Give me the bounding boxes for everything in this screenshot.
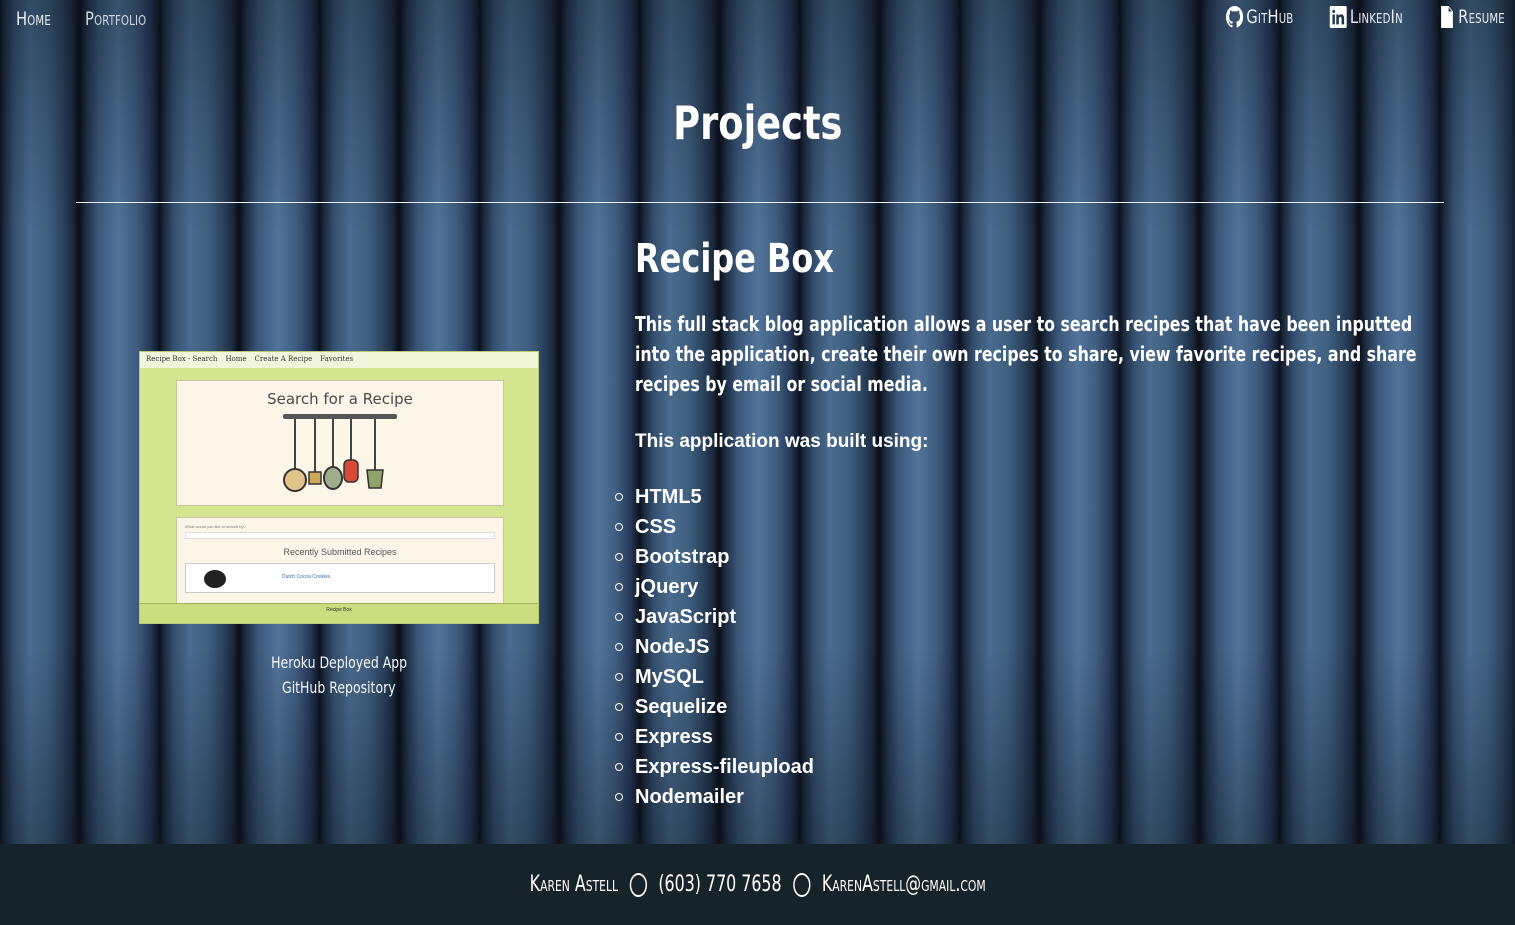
screenshot-recent-item: Dutch Cocoa Cookies — [185, 563, 495, 593]
footer-phone[interactable]: (603) 770 7658 — [658, 872, 781, 897]
bullet-icon — [615, 493, 623, 501]
screenshot-recipe-thumbnail — [204, 570, 226, 588]
screenshot-nav-item: Favorites — [320, 355, 354, 363]
technology-item: CSS — [615, 512, 814, 542]
bullet-icon — [615, 673, 623, 681]
technology-item: Nodemailer — [615, 782, 814, 812]
circle-separator-icon — [792, 872, 811, 897]
bullet-icon — [615, 733, 623, 741]
nav-resume-link[interactable]: Resume — [1438, 6, 1505, 28]
technology-item: JavaScript — [615, 602, 814, 632]
screenshot-nav-item: Create A Recipe — [254, 355, 313, 363]
technology-list: HTML5 CSS Bootstrap jQuery JavaScript No… — [615, 482, 814, 812]
heroku-app-link[interactable]: Heroku Deployed App — [139, 650, 539, 675]
circle-separator-icon — [629, 872, 647, 897]
project-links: Heroku Deployed App GitHub Repository — [139, 650, 539, 700]
linkedin-icon — [1329, 6, 1348, 28]
heroku-app-link-label: Heroku Deployed App — [271, 653, 407, 672]
nav-home-link[interactable]: Home — [16, 8, 51, 30]
project-screenshot[interactable]: Recipe Box - Search Home Create A Recipe… — [139, 351, 539, 624]
screenshot-recipe-link: Dutch Cocoa Cookies — [282, 574, 331, 580]
title-divider — [76, 202, 1444, 203]
kitchen-utensils-illustration — [283, 414, 397, 492]
bullet-icon — [615, 613, 623, 621]
nav-linkedin-link[interactable]: LinkedIn — [1329, 6, 1404, 28]
technology-label: Nodemailer — [635, 786, 744, 808]
github-icon — [1225, 6, 1244, 28]
screenshot-navbar: Recipe Box - Search Home Create A Recipe… — [140, 352, 538, 368]
technology-label: HTML5 — [635, 486, 702, 508]
site-footer: Karen Astell (603) 770 7658 KarenAstell@… — [0, 844, 1515, 925]
bullet-icon — [615, 763, 623, 771]
nav-github-link[interactable]: GitHub — [1225, 6, 1294, 28]
technology-item: HTML5 — [615, 482, 814, 512]
technology-item: jQuery — [615, 572, 814, 602]
technology-label: Express — [635, 726, 713, 748]
technology-item: Express-fileupload — [615, 752, 814, 782]
screenshot-nav-title: Recipe Box - Search — [146, 355, 218, 363]
screenshot-search-input — [185, 532, 495, 539]
top-nav-right: GitHub LinkedIn Resume — [1207, 6, 1505, 28]
page-title: Projects — [0, 96, 1515, 150]
bullet-icon — [615, 583, 623, 591]
technology-label: JavaScript — [635, 606, 737, 628]
screenshot-search-card: Search for a Recipe — [176, 380, 504, 506]
technology-item: Bootstrap — [615, 542, 814, 572]
technology-item: MySQL — [615, 662, 814, 692]
technology-label: Sequelize — [635, 696, 728, 718]
github-repo-link[interactable]: GitHub Repository — [139, 675, 539, 700]
technology-item: Sequelize — [615, 692, 814, 722]
technology-item: Express — [615, 722, 814, 752]
screenshot-recent-heading: Recently Submitted Recipes — [283, 547, 397, 557]
technology-label: Express-fileupload — [635, 756, 814, 778]
page-title-text: Projects — [672, 96, 843, 150]
bullet-icon — [615, 523, 623, 531]
technology-label: jQuery — [635, 576, 699, 598]
screenshot-recent-card: What would you like to search by? Recent… — [176, 517, 504, 607]
technology-label: CSS — [635, 516, 677, 538]
top-nav-left: Home Portfolio — [16, 8, 163, 30]
built-using-label: This application was built using: — [635, 431, 929, 452]
pdf-file-icon — [1441, 6, 1454, 28]
screenshot-search-prompt: What would you like to search by? — [185, 524, 246, 529]
bullet-icon — [615, 703, 623, 711]
bullet-icon — [615, 553, 623, 561]
screenshot-footer: Recipe Box — [140, 603, 538, 623]
screenshot-nav-item: Home — [225, 355, 247, 363]
github-repo-link-label: GitHub Repository — [282, 678, 396, 697]
project-description: This full stack blog application allows … — [635, 312, 1417, 396]
footer-name: Karen Astell — [529, 872, 618, 897]
technology-label: MySQL — [635, 666, 704, 688]
bullet-icon — [615, 793, 623, 801]
nav-portfolio-link[interactable]: Portfolio — [85, 8, 146, 30]
screenshot-search-heading: Search for a Recipe — [267, 390, 413, 408]
project-title: Recipe Box — [635, 236, 835, 282]
bullet-icon — [615, 643, 623, 651]
nav-github-label: GitHub — [1246, 6, 1294, 28]
footer-email[interactable]: KarenAstell@gmail.com — [822, 872, 986, 897]
nav-resume-label: Resume — [1458, 6, 1505, 28]
technology-label: Bootstrap — [635, 546, 730, 568]
nav-linkedin-label: LinkedIn — [1350, 6, 1404, 28]
technology-item: NodeJS — [615, 632, 814, 662]
footer-contact: Karen Astell (603) 770 7658 KarenAstell@… — [529, 872, 985, 897]
technology-label: NodeJS — [635, 636, 710, 658]
